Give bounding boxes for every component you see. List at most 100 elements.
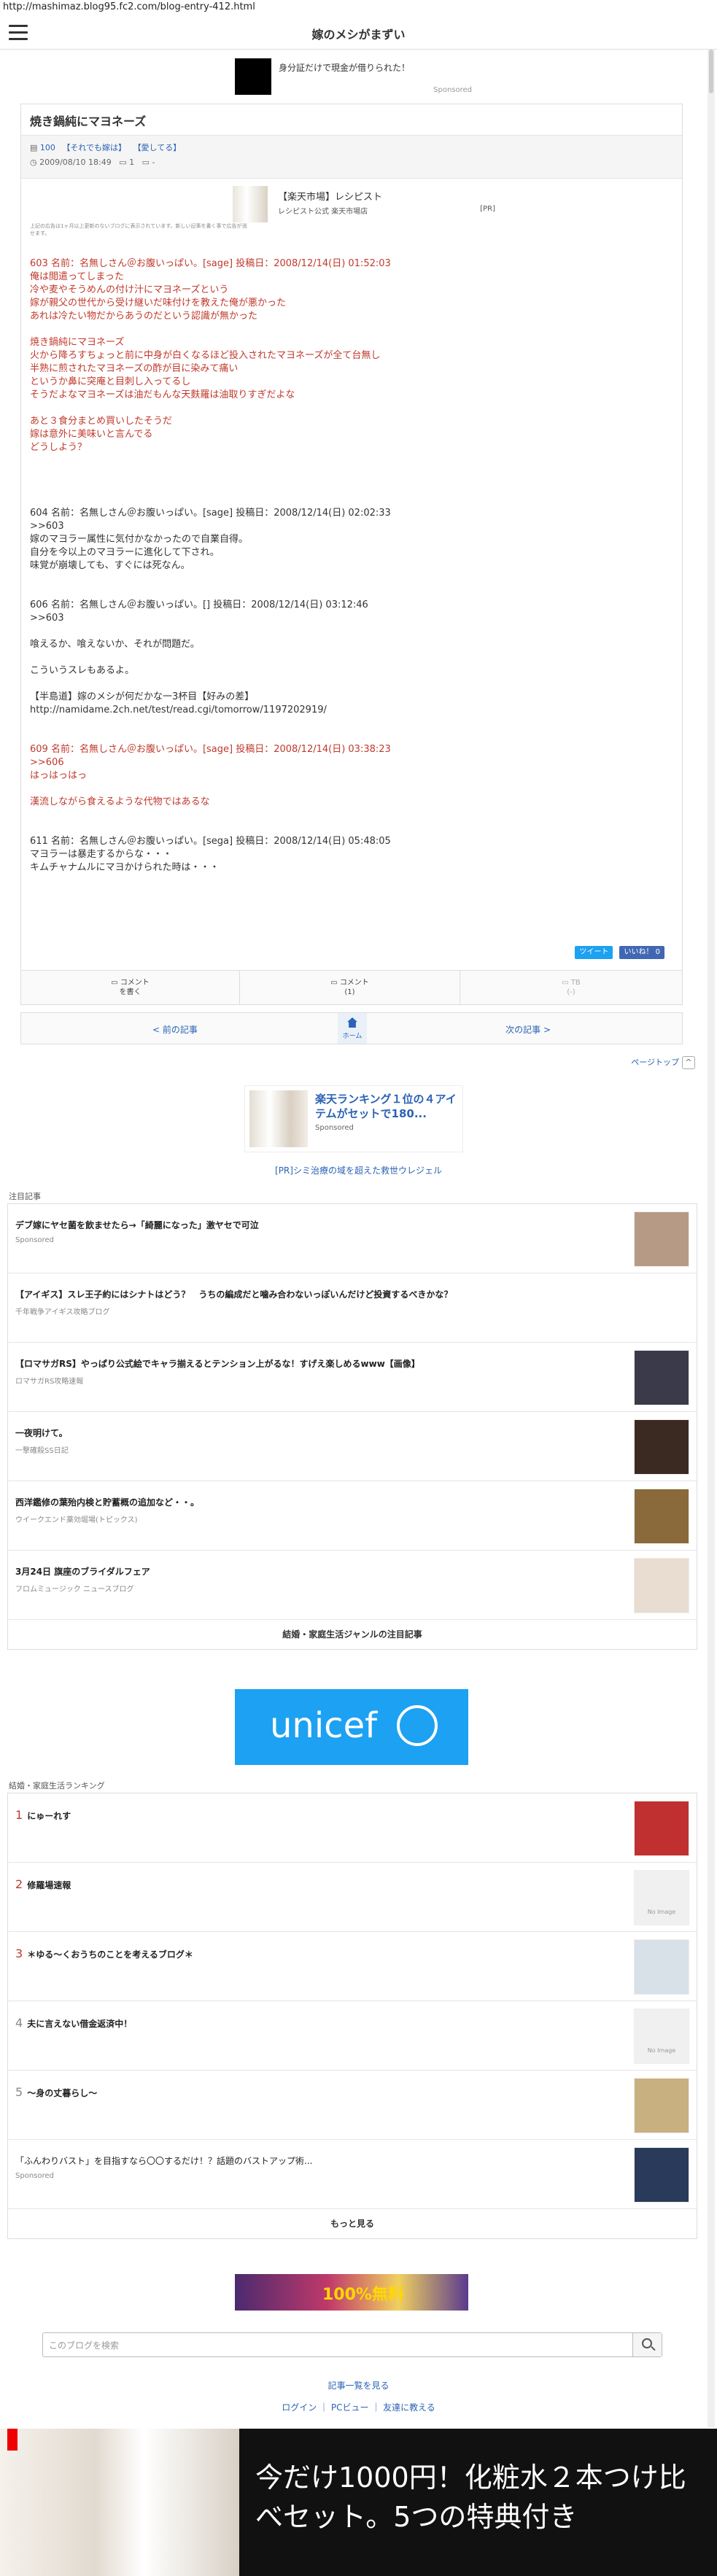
- comments-button[interactable]: ▭ コメント (1): [240, 971, 460, 1004]
- ranking-item[interactable]: 3 ＊ゆる〜くおうちのことを考えるブログ＊: [8, 1932, 697, 2001]
- list-item-title[interactable]: 【アイギス】スレ王子約にはシナトはどう？ うちの編成だと噛み合わないっぽいんだけ…: [15, 1288, 628, 1300]
- ranking-thumb[interactable]: [634, 1801, 689, 1856]
- no-image-thumb[interactable]: No Image: [634, 1870, 689, 1925]
- like-button[interactable]: いいね！ 0: [619, 946, 664, 959]
- ranking-ad-title[interactable]: 「ふんわりバスト」を目指すなら〇〇するだけ！？話題のバストアップ術...: [15, 2154, 628, 2167]
- list-item-title[interactable]: 西洋鑑修の葉殆内検と貯蓄概の追加など・・。: [15, 1496, 628, 1508]
- post-603: 603 名前：名無しさん＠お腹いっぱい。[sage] 投稿日：2008/12/1…: [30, 258, 391, 453]
- ranking-title-text[interactable]: 修羅場速報: [27, 1880, 71, 1890]
- ranking-item[interactable]: 1 にゅーれす: [8, 1793, 697, 1863]
- list-item-thumb[interactable]: [634, 1350, 689, 1405]
- ranking-title-text[interactable]: にゅーれす: [27, 1811, 71, 1821]
- meta-link-1[interactable]: 【それでも嫁は】: [62, 143, 126, 152]
- unicef-wordmark: unicef: [270, 1705, 377, 1746]
- next-article-link[interactable]: 次の記事 >: [505, 1023, 551, 1036]
- rakuten-ad-title[interactable]: 楽天ランキング１位の４アイテムがセットで180...: [315, 1092, 458, 1121]
- trackback-button[interactable]: ▭ TB (-): [460, 971, 682, 1004]
- list-item-title[interactable]: 3月24日 旗座のブライダルフェア: [15, 1565, 628, 1578]
- ranking-more-link[interactable]: もっと見る: [8, 2209, 697, 2238]
- list-item-title[interactable]: 【ロマサガRS】やっぱり公式絵でキャラ揃えるとテンション上がるな！すげえ楽しめる…: [15, 1357, 628, 1370]
- scrollbar-thumb[interactable]: [709, 50, 713, 93]
- pr-link[interactable]: [PR]シミ治療の域を超えた救世ウレジェル: [0, 1164, 717, 1176]
- ranking-thumb[interactable]: [634, 1939, 689, 1995]
- ad-text[interactable]: 身分証だけで現金が借りられた！: [279, 61, 410, 74]
- inline-ad[interactable]: 【楽天市場】レシピスト レシピスト公式 楽天市場店 [PR]: [233, 186, 495, 224]
- game-banner[interactable]: 100%無料: [235, 2274, 468, 2311]
- attention-more-link[interactable]: 結婚・家庭生活ジャンルの注目記事: [8, 1620, 697, 1649]
- trackback-icon: ▭ -: [142, 158, 155, 167]
- list-item[interactable]: 【アイギス】スレ王子約にはシナトはどう？ うちの編成だと噛み合わないっぽいんだけ…: [8, 1273, 697, 1343]
- ad-image[interactable]: [235, 58, 271, 95]
- inline-ad-title[interactable]: 【楽天市場】レシピスト: [278, 189, 382, 203]
- search-input[interactable]: このブログを検索: [49, 2339, 119, 2351]
- ranking-ad[interactable]: 「ふんわりバスト」を目指すなら〇〇するだけ！？話題のバストアップ術... Spon…: [8, 2140, 697, 2209]
- rakuten-ad-image[interactable]: [249, 1090, 308, 1147]
- ranking-title[interactable]: 5 〜身の丈暮らし〜: [15, 2085, 628, 2099]
- meta-link-0[interactable]: 100: [40, 143, 55, 152]
- ranking-ad-sponsored: Sponsored: [15, 2172, 54, 2180]
- post-606: 606 名前：名無しさん＠お腹いっぱい。[] 投稿日：2008/12/14(日)…: [30, 600, 368, 715]
- ranking-heading: 結婚・家庭生活ランキング: [9, 1781, 105, 1791]
- list-item-title[interactable]: デブ嫁にヤセ菌を飲ませたら→「綺麗になった」激ヤセで可泣: [15, 1219, 628, 1231]
- article-list-link[interactable]: 記事一覧を見る: [0, 2379, 717, 2391]
- top-ad[interactable]: 身分証だけで現金が借りられた！ Sponsored: [235, 58, 472, 95]
- list-item-thumb[interactable]: [634, 1558, 689, 1613]
- footer-links[interactable]: ログイン ｜ PCビュー ｜ 友達に教える: [0, 2401, 717, 2413]
- ranking-title[interactable]: 1 にゅーれす: [15, 1808, 628, 1822]
- list-item[interactable]: 3月24日 旗座のブライダルフェア フロムミュージック ニュースブログ: [8, 1551, 697, 1620]
- no-image-thumb[interactable]: No Image: [634, 2009, 689, 2064]
- list-item[interactable]: 一夜明けて。 一撃確殺SS日記: [8, 1412, 697, 1481]
- chevron-up-icon: ^: [682, 1056, 695, 1069]
- rank-number: 1: [15, 1808, 23, 1822]
- bottom-ad[interactable]: 今だけ1000円！化粧水２本つけ比べセット。5つの特典付き: [0, 2429, 717, 2576]
- attention-heading: 注目記事: [9, 1192, 41, 1201]
- ranking-title[interactable]: 4 夫に言えない借金返済中！: [15, 2016, 628, 2030]
- ranking-item[interactable]: 5 〜身の丈暮らし〜: [8, 2071, 697, 2140]
- category-icon: ▤: [30, 143, 40, 152]
- ranking-thumb[interactable]: [634, 2078, 689, 2133]
- scrollbar[interactable]: [708, 50, 715, 2427]
- comments-icon: ▭: [330, 979, 340, 987]
- site-title[interactable]: 嫁のメシがまずい: [0, 25, 717, 42]
- ranking-title[interactable]: 2 修羅場速報: [15, 1877, 628, 1891]
- bottom-ad-marker: [7, 2429, 18, 2451]
- bottom-ad-text[interactable]: 今だけ1000円！化粧水２本つけ比べセット。5つの特典付き: [255, 2458, 708, 2537]
- ranking-title-text[interactable]: 夫に言えない借金返済中！: [27, 2019, 132, 2029]
- ranking-item[interactable]: 2 修羅場速報 No Image: [8, 1863, 697, 1932]
- list-item[interactable]: 【ロマサガRS】やっぱり公式絵でキャラ揃えるとテンション上がるな！すげえ楽しめる…: [8, 1343, 697, 1412]
- comment-write-icon: ▭: [111, 979, 120, 987]
- rank-number: 5: [15, 2085, 23, 2099]
- sponsored-label: Sponsored: [433, 86, 472, 94]
- list-item-thumb[interactable]: [634, 1211, 689, 1267]
- blog-search[interactable]: このブログを検索: [42, 2332, 662, 2357]
- ranking-ad-thumb[interactable]: [634, 2147, 689, 2203]
- unicef-banner[interactable]: unicef: [235, 1689, 468, 1765]
- rank-number: 4: [15, 2016, 23, 2030]
- rakuten-ad[interactable]: 楽天ランキング１位の４アイテムがセットで180... Sponsored: [244, 1085, 463, 1152]
- inline-ad-image[interactable]: [233, 186, 268, 222]
- ranking-item[interactable]: 4 夫に言えない借金返済中！ No Image: [8, 2001, 697, 2071]
- article-body: 603 名前：名無しさん＠お腹いっぱい。[sage] 投稿日：2008/12/1…: [30, 257, 672, 874]
- search-button[interactable]: [632, 2333, 662, 2356]
- comment-icon: ▭: [119, 158, 130, 167]
- meta-link-2[interactable]: 【愛してる】: [133, 143, 182, 152]
- list-item-sub: ロマサガRS攻略速報: [15, 1378, 84, 1386]
- ranking-title-text[interactable]: ＊ゆる〜くおうちのことを考えるブログ＊: [27, 1950, 193, 1960]
- prev-article-link[interactable]: < 前の記事: [152, 1023, 198, 1036]
- list-item-thumb[interactable]: [634, 1419, 689, 1475]
- list-item[interactable]: 西洋鑑修の葉殆内検と貯蓄概の追加など・・。 ウイークエンド薬効堀場(トピックス): [8, 1481, 697, 1551]
- bottom-ad-photo[interactable]: [0, 2429, 239, 2576]
- ranking-title-text[interactable]: 〜身の丈暮らし〜: [27, 2088, 97, 2098]
- page-top-label: ページトップ: [631, 1058, 679, 1067]
- address-bar[interactable]: http://mashimaz.blog95.fc2.com/blog-entr…: [0, 0, 717, 16]
- article-actions: ▭ コメント を書く ▭ コメント (1) ▭ TB (-): [20, 970, 683, 1005]
- ranking-title[interactable]: 3 ＊ゆる〜くおうちのことを考えるブログ＊: [15, 1947, 628, 1960]
- list-item[interactable]: デブ嫁にヤセ菌を飲ませたら→「綺麗になった」激ヤセで可泣 Sponsored: [8, 1204, 697, 1273]
- comments-label: コメント (1): [339, 979, 369, 996]
- list-item-title[interactable]: 一夜明けて。: [15, 1427, 628, 1439]
- write-comment-button[interactable]: ▭ コメント を書く: [21, 971, 240, 1004]
- page-top-link[interactable]: ページトップ ^: [631, 1056, 695, 1069]
- list-item-thumb[interactable]: [634, 1489, 689, 1544]
- tweet-button[interactable]: ツイート: [575, 946, 613, 959]
- home-button[interactable]: ホーム: [338, 1013, 367, 1044]
